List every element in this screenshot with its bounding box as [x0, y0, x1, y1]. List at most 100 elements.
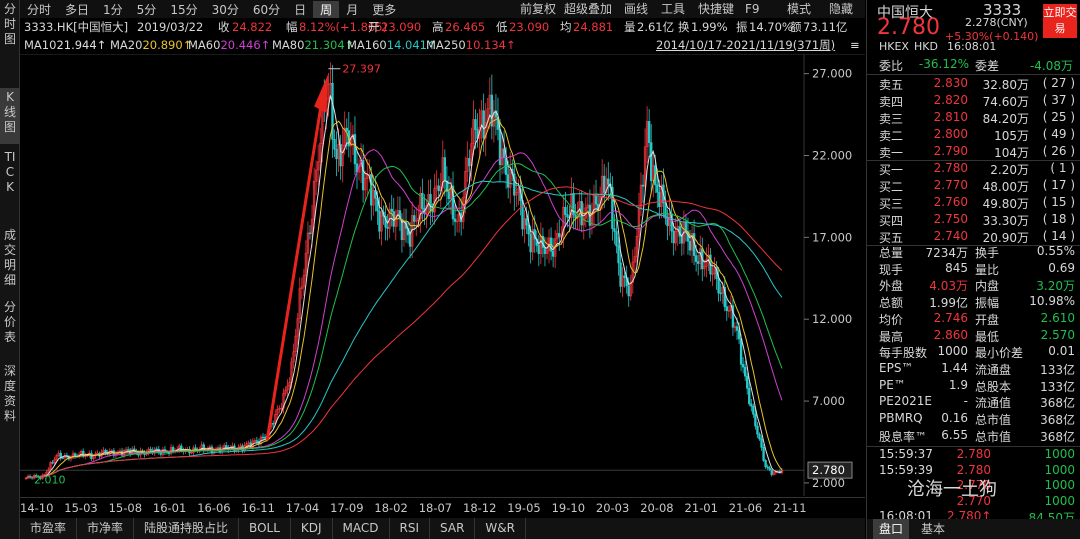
info-avg-label: 均	[560, 20, 572, 34]
stat-value: 1000	[937, 344, 968, 359]
period-tab-8[interactable]: 周	[313, 0, 340, 18]
ask-volume: 104万	[994, 146, 1029, 160]
info-amt: 73.11亿	[803, 20, 848, 34]
info-turn-label: 换	[678, 20, 690, 34]
period-tab-5[interactable]: 30分	[205, 1, 246, 18]
indicator-tabs: 市盈率 市净率 陆股通持股占比 BOLL KDJ MACD RSI SAR W&R	[20, 518, 865, 539]
candle-body	[412, 215, 416, 222]
period-tab-1[interactable]: 多日	[58, 1, 96, 18]
last-price-value: 2.780	[812, 463, 845, 477]
panel-tabs: 盘口 基本	[867, 519, 1080, 539]
candle-body	[194, 447, 197, 450]
candle-body	[149, 448, 152, 451]
date-range[interactable]: 2014/10/17-2021/11/19(371周)	[656, 36, 835, 54]
toolbar-item-4[interactable]: 快捷键	[698, 0, 734, 18]
candle-body	[735, 326, 739, 331]
indicator-tab-5[interactable]: MACD	[333, 518, 390, 539]
toolbar-item-0[interactable]: 前复权	[520, 0, 556, 18]
indicator-tab-1[interactable]: 市净率	[77, 518, 135, 539]
candle-body	[613, 228, 616, 232]
toolbar-item-7[interactable]: 隐藏	[829, 0, 853, 18]
indicator-tab-4[interactable]: KDJ	[291, 518, 333, 539]
weicha-value: -4.08万	[1029, 59, 1073, 73]
candle-body	[754, 413, 757, 427]
info-high-label: 高	[432, 20, 444, 34]
toolbar-item-3[interactable]: 工具	[661, 0, 685, 18]
kline-svg[interactable]: 27.00022.00017.00012.0007.0002.00027.397…	[20, 53, 865, 496]
stat-value: 368亿	[1040, 429, 1075, 444]
stat-value: -	[963, 394, 968, 409]
ask-orders: ( 49 )	[1042, 127, 1075, 141]
y-tick-label: 27.000	[812, 67, 852, 81]
candle-body	[756, 425, 759, 435]
panel-tab-1[interactable]: 基本	[915, 519, 951, 539]
candle-body	[672, 230, 675, 244]
x-tick-label: 17-09	[330, 501, 364, 515]
ma-line-ma60	[25, 149, 783, 479]
ask-volume: 32.80万	[982, 78, 1029, 92]
bid-label: 买三	[879, 197, 904, 211]
stat-label: 均价	[879, 312, 904, 327]
period-tab-6[interactable]: 60分	[246, 1, 287, 18]
candle-body	[746, 375, 749, 389]
stat-value: 1.9	[948, 377, 968, 392]
panel-tab-0[interactable]: 盘口	[873, 519, 910, 539]
left-tab-2[interactable]: TICK	[0, 148, 20, 220]
period-tab-0[interactable]: 分时	[20, 1, 58, 18]
period-tab-9[interactable]: 月	[339, 1, 365, 18]
period-tab-7[interactable]: 日	[287, 1, 313, 18]
weibi-value: -36.12%	[918, 57, 969, 71]
indicator-tab-8[interactable]: W&R	[475, 518, 526, 539]
trade-button[interactable]: 立即交易	[1043, 4, 1077, 38]
candle-body	[619, 262, 622, 287]
x-tick-label: 15-08	[108, 501, 143, 515]
indicator-tab-0[interactable]: 市盈率	[20, 518, 78, 539]
left-tab-1[interactable]: K线图	[0, 88, 20, 144]
left-tab-4[interactable]: 分价表	[0, 298, 20, 354]
toolbar-item-5[interactable]: F9	[745, 0, 760, 18]
stat-label: 总量	[879, 246, 904, 260]
stat-label: 换手	[975, 246, 1000, 260]
indicator-tab-6[interactable]: RSI	[390, 518, 431, 539]
ask-orders: ( 37 )	[1042, 93, 1075, 107]
ma-menu-icon[interactable]: ≡	[850, 36, 860, 54]
stat-value: 368亿	[1040, 396, 1075, 411]
stat-label: 流通盘	[975, 362, 1012, 377]
indicator-tab-3[interactable]: BOLL	[239, 518, 291, 539]
candle-body	[171, 447, 175, 451]
toolbar-item-1[interactable]: 超级叠加	[564, 0, 612, 18]
indicator-tab-7[interactable]: SAR	[430, 518, 476, 539]
ma-legend: MA1021.944↑ MA2020.890↑ MA6020.446↑ MA8021.…	[20, 36, 865, 54]
kline-chart[interactable]: 27.000 22.000 17.000 12.000 7.000 2.000 27.397…	[20, 53, 865, 496]
candle-body	[386, 226, 389, 229]
ask-price: 2.820	[933, 93, 968, 107]
toolbar-item-2[interactable]: 画线	[624, 0, 648, 18]
candle-body	[617, 245, 620, 264]
stat-label: 最低	[975, 329, 1000, 344]
info-amt-label: 额	[790, 20, 802, 34]
ask-volume: 74.60万	[982, 95, 1029, 109]
period-tab-2[interactable]: 1分	[96, 1, 130, 18]
period-toolbar: 分时 多日 1分 5分 15分 30分 60分日周月更多 前复权 超级叠加 画线 工具 快捷键 F9 模式…	[20, 0, 865, 18]
left-tab-3[interactable]: 成交明细	[0, 226, 20, 292]
candle-body	[126, 449, 130, 451]
candle-body	[506, 174, 510, 188]
stat-value: 3.20万	[1036, 279, 1075, 294]
info-high: 26.465	[445, 20, 486, 34]
toolbar-item-6[interactable]: 模式	[787, 0, 811, 18]
left-tab-5[interactable]: 深度资料	[0, 362, 20, 432]
info-amp-label: 振	[736, 20, 748, 34]
indicator-tab-2[interactable]: 陆股通持股占比	[134, 518, 240, 539]
info-amp: 14.70%	[749, 20, 793, 34]
info-vol: 2.61亿	[637, 20, 675, 34]
candle-body	[696, 261, 700, 264]
tick-time: 15:59:37	[879, 447, 933, 461]
stat-label: 流通值	[975, 396, 1012, 411]
period-tab-10[interactable]: 更多	[365, 1, 403, 18]
candle-body	[641, 184, 645, 187]
period-tab-3[interactable]: 5分	[130, 1, 164, 18]
candle-body	[717, 278, 720, 294]
left-tab-0[interactable]: 分时图	[0, 0, 20, 72]
period-tab-4[interactable]: 15分	[163, 1, 204, 18]
candle-body	[770, 469, 773, 475]
